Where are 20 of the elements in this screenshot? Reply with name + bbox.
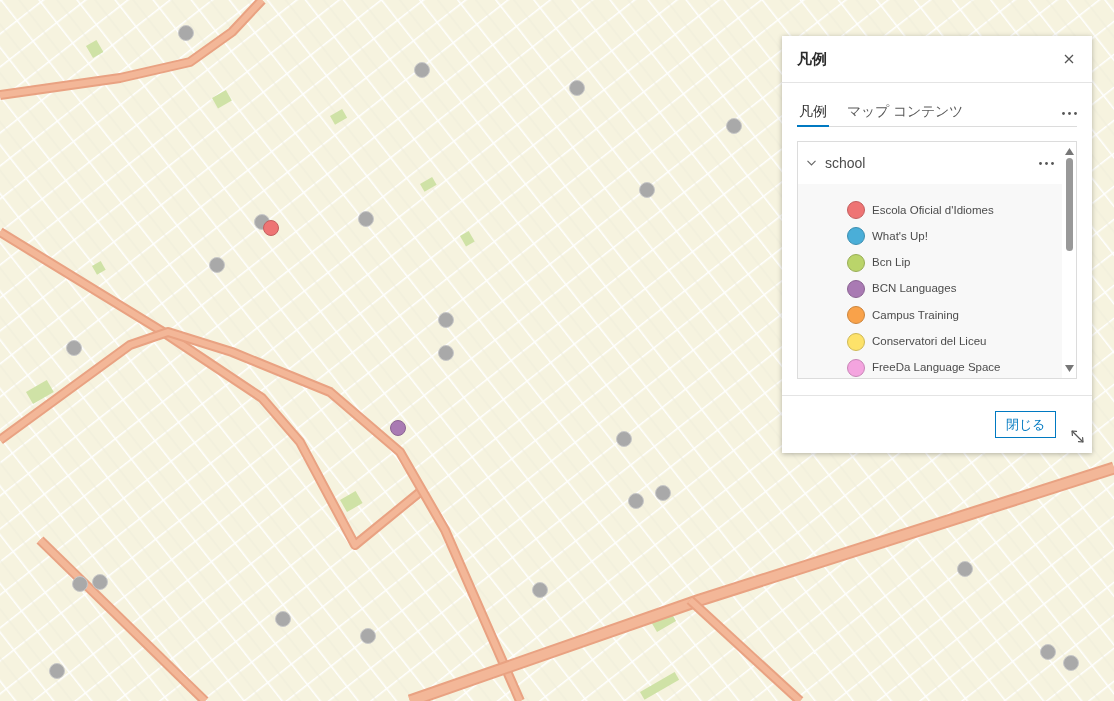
close-icon[interactable] <box>1064 54 1074 64</box>
panel-title: 凡例 <box>797 48 827 69</box>
more-icon[interactable] <box>1062 112 1077 115</box>
legend-label: Conservatori del Liceu <box>872 334 987 349</box>
legend-label: What's Up! <box>872 228 928 244</box>
more-icon[interactable] <box>1039 161 1054 165</box>
chevron-icon[interactable] <box>807 160 816 166</box>
close-button[interactable]: 閉じる <box>995 411 1056 438</box>
legend-label: Campus Training <box>872 307 959 323</box>
layer-name: school <box>825 153 866 173</box>
tab[interactable]: マップ コンテンツ <box>845 102 965 127</box>
legend-label: Escola Oficial d'Idiomes <box>872 202 994 218</box>
resize-icon[interactable] <box>1071 430 1084 443</box>
scroll-down-icon[interactable] <box>1064 365 1074 372</box>
scrollbar-thumb[interactable] <box>1065 158 1073 251</box>
legend-label: FreeDa Language Space <box>872 360 1001 376</box>
legend-label: Bcn Lip <box>872 255 911 271</box>
tab[interactable]: 凡例 <box>797 102 829 127</box>
legend-label: BCN Languages <box>872 281 957 297</box>
scroll-up-icon[interactable] <box>1064 148 1074 155</box>
